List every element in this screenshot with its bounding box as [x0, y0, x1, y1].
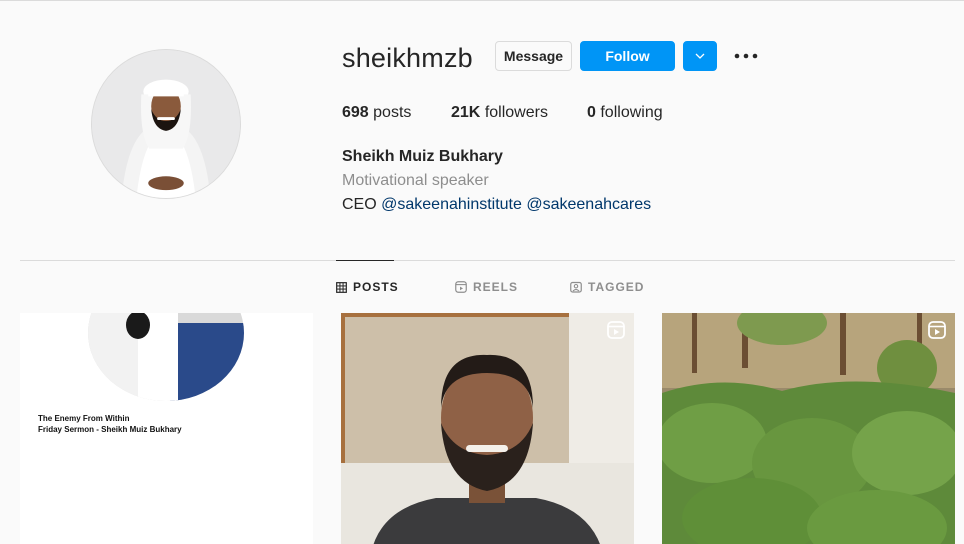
profile-username: sheikhmzb: [342, 43, 473, 73]
active-tab-indicator: [336, 260, 394, 261]
post-thumbnail[interactable]: [662, 313, 955, 544]
tab-posts-label: POSTS: [353, 280, 399, 294]
mention-link-sakeenahcares[interactable]: @sakeenahcares: [526, 196, 651, 213]
tab-tagged-label: TAGGED: [588, 280, 645, 294]
profile-full-name: Sheikh Muiz Bukhary: [342, 148, 503, 165]
avatar-photo: [92, 50, 240, 198]
profile-bio: CEO @sakeenahinstitute @sakeenahcares: [342, 196, 651, 214]
profile-category: Motivational speaker: [342, 172, 489, 189]
top-border: [0, 0, 964, 1]
followers-label: followers: [484, 104, 548, 121]
post-thumbnail[interactable]: The Enemy From Within Friday Sermon - Sh…: [20, 313, 313, 544]
following-label: following: [600, 104, 663, 121]
reels-icon: [455, 281, 467, 293]
tab-reels[interactable]: REELS: [455, 280, 518, 294]
tab-tagged[interactable]: TAGGED: [570, 280, 644, 294]
followers-count: 21K: [451, 104, 481, 121]
followers-stat[interactable]: 21K followers: [451, 104, 548, 122]
reel-icon: [607, 321, 625, 339]
post-caption: The Enemy From Within Friday Sermon - Sh…: [38, 413, 182, 435]
more-options-button[interactable]: [733, 46, 759, 66]
posts-label: posts: [373, 104, 412, 121]
chevron-down-icon: [695, 53, 705, 59]
grid-icon: [336, 281, 347, 293]
profile-avatar[interactable]: [91, 49, 241, 199]
post-thumbnail[interactable]: [341, 313, 634, 544]
tagged-icon: [570, 281, 582, 293]
tab-reels-label: REELS: [473, 280, 519, 294]
tab-posts[interactable]: POSTS: [336, 280, 399, 294]
suggested-dropdown-button[interactable]: [683, 41, 717, 71]
post-image: [662, 313, 955, 544]
post-caption-title: The Enemy From Within: [38, 414, 130, 423]
following-count: 0: [587, 104, 596, 121]
reel-icon: [928, 321, 946, 339]
posts-count-stat: 698 posts: [342, 104, 411, 122]
following-stat[interactable]: 0 following: [587, 104, 663, 122]
post-caption-subtitle: Friday Sermon - Sheikh Muiz Bukhary: [38, 425, 182, 434]
follow-button[interactable]: Follow: [580, 41, 675, 71]
posts-count: 698: [342, 104, 369, 121]
mention-link-sakeenahinstitute[interactable]: @sakeenahinstitute: [381, 196, 522, 213]
bio-prefix: CEO: [342, 196, 382, 213]
tabs-divider: [20, 260, 955, 261]
message-button[interactable]: Message: [495, 41, 572, 71]
more-options-icon: [734, 53, 758, 59]
post-image: [341, 313, 634, 544]
